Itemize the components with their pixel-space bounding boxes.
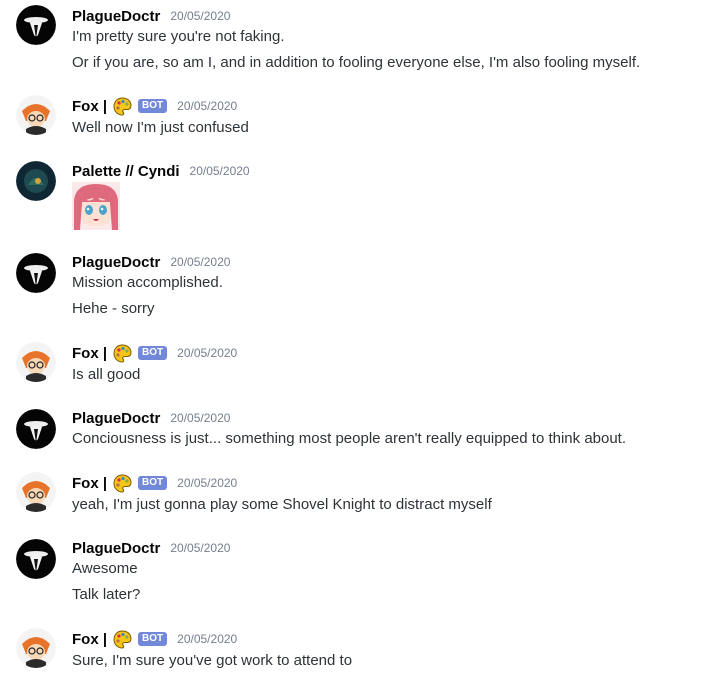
message-header: Fox | BOT 20/05/2020 [72,472,237,494]
bot-badge: BOT [138,476,168,490]
author-name[interactable]: PlagueDoctr [72,540,160,557]
plague-doctor-avatar[interactable] [16,5,56,45]
message-text: Well now I'm just confused [72,119,249,136]
message-text: Awesome [72,560,138,577]
message-header: Fox | BOT 20/05/2020 [72,342,237,364]
message-text: I'm pretty sure you're not faking. [72,28,285,45]
author-name[interactable]: PlagueDoctr [72,8,160,25]
plague-doctor-avatar[interactable] [16,539,56,579]
timestamp: 20/05/2020 [170,411,231,425]
message-text: Is all good [72,366,141,383]
fox-avatar[interactable] [16,95,56,135]
anime-girl-emote-image[interactable] [72,182,120,230]
message-text: Conciousness is just... something most p… [72,430,627,447]
timestamp: 20/05/2020 [177,99,238,113]
palette-emoji-icon [113,629,132,649]
fox-avatar[interactable] [16,628,56,668]
plague-doctor-avatar[interactable] [16,409,56,449]
timestamp: 20/05/2020 [177,632,238,646]
timestamp: 20/05/2020 [177,476,238,490]
message-text: yeah, I'm just gonna play some Shovel Kn… [72,496,492,513]
bot-badge: BOT [138,99,168,113]
author-name[interactable]: Fox | [72,631,107,648]
fox-avatar[interactable] [16,342,56,382]
message-text: Mission accomplished. [72,274,223,291]
message-text: Talk later? [72,586,141,603]
bot-badge: BOT [138,346,168,360]
palette-emoji-icon [113,343,132,363]
author-name[interactable]: PlagueDoctr [72,410,160,427]
timestamp: 20/05/2020 [177,346,238,360]
timestamp: 20/05/2020 [170,9,231,23]
palette-avatar[interactable] [16,161,56,201]
message-text: Hehe - sorry [72,300,155,317]
plague-doctor-avatar[interactable] [16,253,56,293]
author-name[interactable]: Fox | [72,475,107,492]
timestamp: 20/05/2020 [170,255,231,269]
timestamp: 20/05/2020 [189,164,250,178]
timestamp: 20/05/2020 [170,541,231,555]
message-header: PlagueDoctr 20/05/2020 [72,251,230,273]
message-header: PlagueDoctr 20/05/2020 [72,5,230,27]
palette-emoji-icon [113,96,132,116]
author-name[interactable]: Fox | [72,98,107,115]
palette-emoji-icon [113,473,132,493]
fox-avatar[interactable] [16,472,56,512]
message-header: Fox | BOT 20/05/2020 [72,628,237,650]
message-header: PlagueDoctr 20/05/2020 [72,537,230,559]
author-name[interactable]: Fox | [72,345,107,362]
message-header: Palette // Cyndi 20/05/2020 [72,160,250,182]
message-header: Fox | BOT 20/05/2020 [72,95,237,117]
message-text: Sure, I'm sure you've got work to attend… [72,652,353,669]
bot-badge: BOT [138,632,168,646]
message-text: Or if you are, so am I, and in addition … [72,54,641,71]
author-name[interactable]: Palette // Cyndi [72,163,180,180]
message-header: PlagueDoctr 20/05/2020 [72,407,230,429]
author-name[interactable]: PlagueDoctr [72,254,160,271]
